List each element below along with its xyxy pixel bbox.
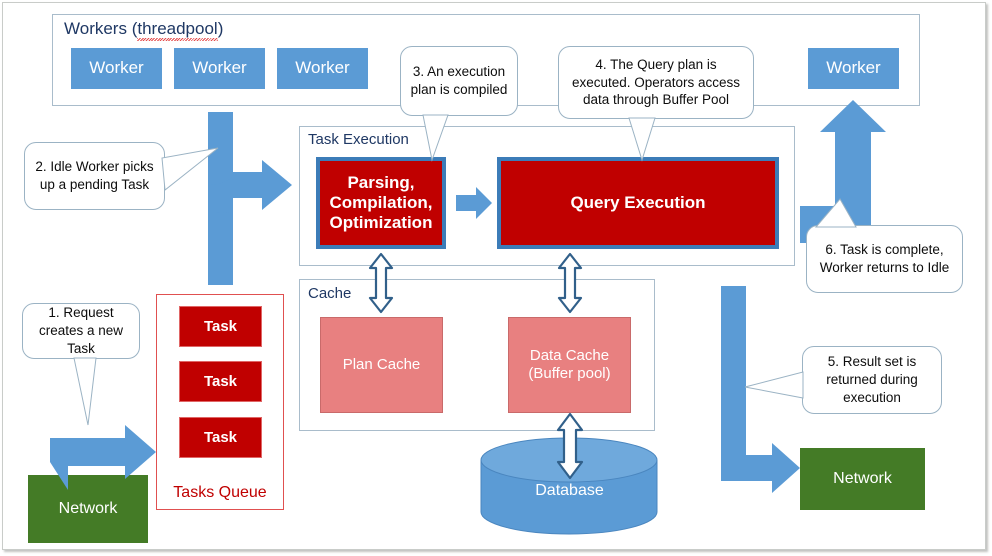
workers-panel-title: Workers (threadpool) [64,19,224,41]
tasks-queue-label: Tasks Queue [173,484,267,501]
workers-title-threadpool: threadpool [137,19,219,41]
task-box-2-label: Task [203,372,238,390]
worker-box-2-label: Worker [192,58,247,78]
query-execution-box-label: Query Execution [570,192,706,212]
worker-box-3[interactable]: Worker [277,48,368,89]
task-box-3[interactable]: Task [179,417,262,458]
task-box-1[interactable]: Task [179,306,262,347]
worker-box-4[interactable]: Worker [808,48,899,89]
plan-cache-box[interactable]: Plan Cache [320,317,443,413]
network-box-input-label: Network [58,499,118,517]
query-execution-box[interactable]: Query Execution [497,157,779,249]
callout-5: 5. Result set is returned during executi… [802,346,942,414]
task-box-3-label: Task [203,428,238,446]
callout-1: 1. Request creates a new Task [22,303,140,359]
diagram-canvas: Workers (threadpool) Worker Worker Worke… [0,0,992,556]
data-cache-box[interactable]: Data Cache (Buffer pool) [508,317,631,413]
worker-box-1[interactable]: Worker [71,48,162,89]
plan-cache-label: Plan Cache [342,356,421,374]
task-box-1-label: Task [203,317,238,335]
database-label: Database [535,482,604,499]
workers-title-prefix: Workers ( [64,19,138,38]
callout-4-text: 4. The Query plan is executed. Operators… [571,56,741,108]
task-execution-panel-title: Task Execution [308,131,409,148]
callout-3: 3. An execution plan is compiled [400,46,518,116]
network-box-output-label: Network [833,469,892,487]
worker-box-1-label: Worker [89,58,144,78]
callout-2-text: 2. Idle Worker picks up a pending Task [35,159,154,192]
task-box-2[interactable]: Task [179,361,262,402]
callout-4: 4. The Query plan is executed. Operators… [558,46,754,119]
worker-box-3-label: Worker [295,58,350,78]
callout-1-text: 1. Request creates a new Task [38,305,124,356]
worker-box-2[interactable]: Worker [174,48,265,89]
data-cache-label: Data Cache (Buffer pool) [528,347,611,382]
network-box-input[interactable]: Network [28,475,148,543]
parsing-compilation-optimization-box[interactable]: Parsing, Compilation, Optimization [316,157,446,249]
cache-panel-title: Cache [308,285,352,302]
callout-6-text: 6. Task is complete, Worker returns to I… [819,242,950,275]
callout-6: 6. Task is complete, Worker returns to I… [806,225,963,293]
callout-5-text: 5. Result set is returned during executi… [826,354,918,405]
parsing-box-label: Parsing, Compilation, Optimization [329,172,433,233]
workers-title-suffix: ) [217,19,224,38]
worker-box-4-label: Worker [826,58,881,78]
callout-2: 2. Idle Worker picks up a pending Task [24,142,165,210]
callout-3-text: 3. An execution plan is compiled [410,64,508,97]
network-box-output[interactable]: Network [800,448,925,510]
